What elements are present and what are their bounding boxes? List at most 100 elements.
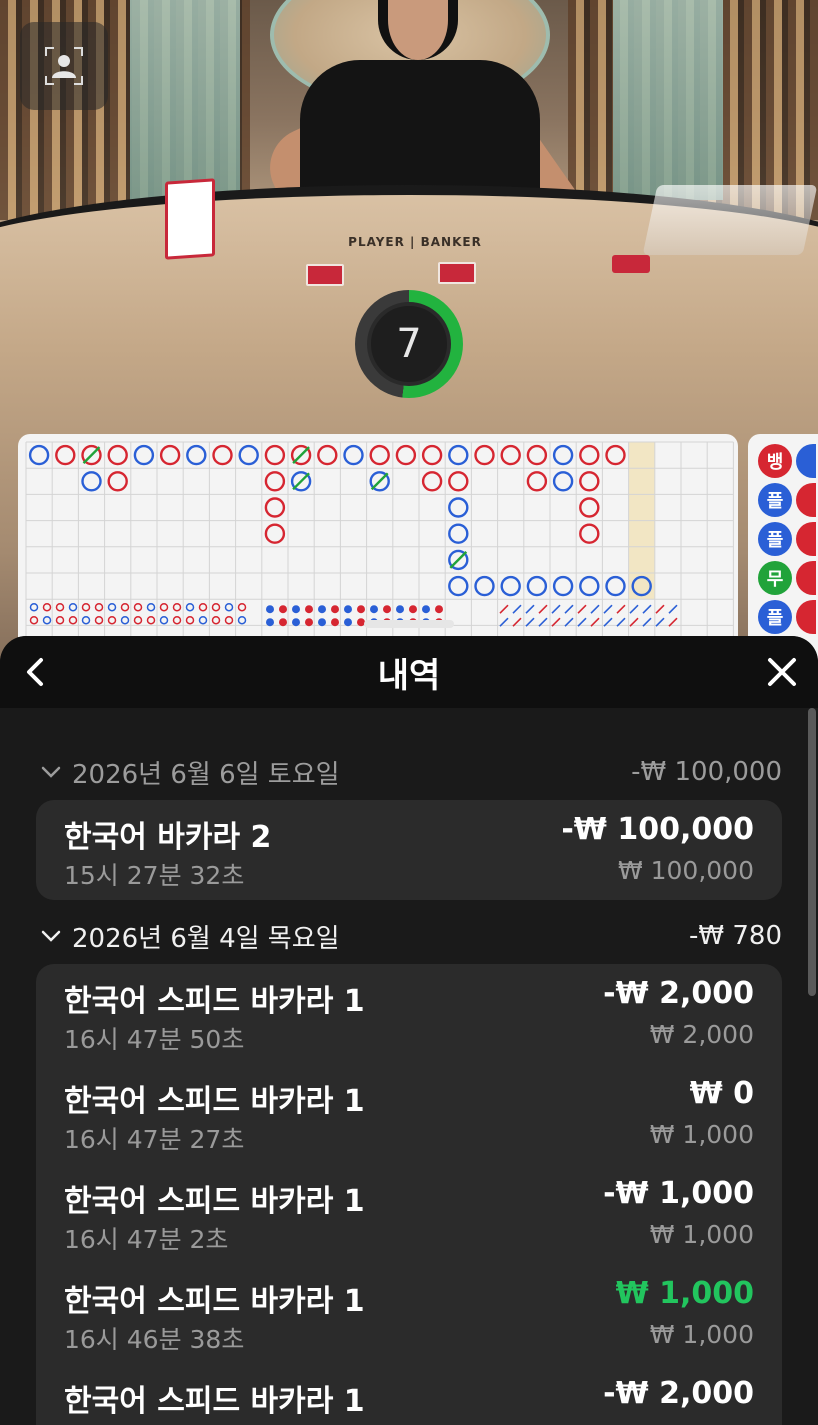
small-road-mark [120, 602, 130, 612]
group-date: 2026년 6월 4일 목요일 [72, 923, 340, 954]
small-road-mark [94, 602, 104, 612]
cockroach-mark [525, 604, 535, 614]
small-road-mark [159, 615, 169, 625]
small-road-mark [185, 602, 195, 612]
wall-panel-right [613, 0, 723, 200]
big-road-mark [474, 444, 495, 466]
bead-dot [331, 618, 339, 627]
bead-dot [279, 605, 287, 614]
bead-dot [266, 605, 274, 614]
stake-amount: ₩ 2,000 [649, 1020, 754, 1049]
big-road-mark [474, 575, 495, 597]
small-road-mark [133, 615, 143, 625]
small-road-mark [211, 615, 221, 625]
big-road-mark [526, 575, 548, 597]
big-road-mark [55, 444, 76, 466]
round-timer-value: 7 [367, 302, 451, 386]
cockroach-mark [551, 604, 561, 614]
big-road-mark [369, 444, 390, 466]
road-result-badge: 뱅 [758, 444, 792, 478]
road-result-badge: 플 [758, 522, 792, 556]
sheet-drag-handle[interactable] [364, 620, 454, 628]
bead-dot [435, 605, 443, 614]
big-road-mark [81, 471, 102, 492]
big-road-mark [212, 444, 233, 466]
small-road-mark [198, 602, 208, 612]
user-camera-icon [45, 47, 83, 85]
cockroach-mark [616, 604, 626, 614]
bet-time: 16시 47분 27초 [64, 1125, 245, 1154]
chevron-down-icon [38, 759, 64, 785]
stake-amount: ₩ 1,000 [649, 1220, 754, 1249]
small-road-mark [237, 602, 247, 612]
road-result-badge: 무 [758, 561, 792, 595]
big-road-mark [448, 575, 469, 597]
player-card [306, 264, 344, 286]
road-result-badge-peek [796, 600, 816, 634]
bet-row[interactable]: 한국어 스피드 바카라 1 16시 47분 27초 ₩ 0 ₩ 1,000 [36, 1064, 782, 1164]
road-result-badge: 플 [758, 483, 792, 517]
side-road-board[interactable]: 뱅플플무플 [748, 434, 818, 660]
big-road-mark [107, 444, 128, 466]
cockroach-mark [538, 604, 548, 614]
small-road-mark [42, 615, 52, 625]
history-scrollbar[interactable] [808, 708, 816, 996]
big-road-mark [133, 444, 155, 466]
cockroach-mark [577, 604, 587, 614]
group-date: 2026년 6월 6일 토요일 [72, 759, 340, 790]
stake-amount: ₩ 100,000 [617, 856, 754, 885]
close-button[interactable] [760, 650, 804, 694]
group-total: -₩ 780 [689, 921, 782, 951]
big-road-mark [448, 523, 469, 544]
bead-dot [357, 605, 365, 614]
cockroach-mark [629, 604, 639, 614]
big-road-mark [395, 444, 417, 466]
small-road-mark [68, 602, 78, 612]
big-road-mark [159, 444, 181, 466]
bet-row[interactable]: 한국어 스피드 바카라 1 -₩ 2,000 [36, 1364, 782, 1425]
net-result: ₩ 1,000 [615, 1276, 754, 1311]
bet-time: 16시 46분 38초 [64, 1325, 245, 1354]
big-road-mark [186, 444, 207, 466]
big-road-mark [579, 471, 600, 492]
bead-dot [292, 605, 300, 614]
bead-dot [344, 605, 352, 614]
small-road-mark [42, 602, 52, 612]
big-road-mark [526, 471, 548, 492]
small-road-mark [107, 615, 117, 625]
bead-dot [331, 605, 339, 614]
bead-dot [422, 605, 430, 614]
cockroach-mark [642, 604, 652, 614]
date-group-header[interactable]: 2026년 6월 6일 토요일 -₩ 100,000 [38, 752, 782, 792]
small-road-mark [29, 602, 39, 612]
bet-group-card: 한국어 바카라 2 15시 27분 32초 -₩ 100,000 ₩ 100,0… [36, 800, 782, 900]
bet-row[interactable]: 한국어 바카라 2 15시 27분 32초 -₩ 100,000 ₩ 100,0… [36, 800, 782, 900]
live-video-feed: PLAYER | BANKER 7 뱅플플무플 [0, 0, 818, 660]
game-name: 한국어 바카라 2 [64, 820, 272, 855]
stake-amount: ₩ 1,000 [649, 1120, 754, 1149]
road-result-badge-peek [796, 561, 816, 595]
card-shoe [642, 185, 818, 255]
big-road-mark [264, 444, 286, 466]
bet-row[interactable]: 한국어 스피드 바카라 1 16시 47분 2초 -₩ 1,000 ₩ 1,00… [36, 1164, 782, 1264]
small-road-mark [94, 615, 104, 625]
bead-dot [318, 605, 326, 614]
camera-toggle-button[interactable] [20, 22, 108, 110]
big-road-mark [421, 444, 443, 466]
small-road-mark [211, 602, 221, 612]
bet-row[interactable]: 한국어 스피드 바카라 1 16시 46분 38초 ₩ 1,000 ₩ 1,00… [36, 1264, 782, 1364]
small-road-mark [55, 615, 65, 625]
game-name: 한국어 스피드 바카라 1 [64, 984, 365, 1019]
cockroach-mark [512, 604, 522, 614]
big-road-mark [500, 575, 521, 597]
date-group-header[interactable]: 2026년 6월 4일 목요일 -₩ 780 [38, 916, 782, 956]
cockroach-mark [499, 604, 509, 614]
small-road-mark [237, 615, 247, 625]
back-button[interactable] [14, 650, 58, 694]
bead-dot [305, 618, 313, 627]
big-road-mark [264, 471, 286, 492]
close-icon [768, 658, 796, 686]
game-name: 한국어 스피드 바카라 1 [64, 1084, 365, 1119]
bet-row[interactable]: 한국어 스피드 바카라 1 16시 47분 50초 -₩ 2,000 ₩ 2,0… [36, 964, 782, 1064]
cockroach-mark [668, 604, 678, 614]
